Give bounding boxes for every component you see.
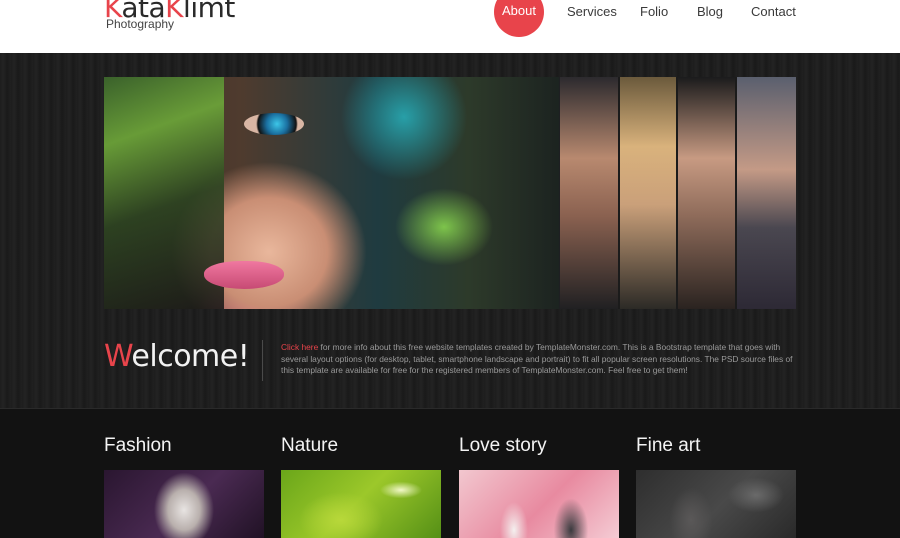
hero-eye-detail <box>244 113 304 135</box>
logo-subtitle: Photography <box>106 17 175 31</box>
hero-thumb-2[interactable] <box>620 77 678 309</box>
category-image-nature[interactable] <box>281 470 441 538</box>
welcome-divider <box>262 340 263 381</box>
category-title[interactable]: Love story <box>459 434 619 458</box>
site-header: KataKlimt Photography About Services Fol… <box>0 0 900 53</box>
hero-banner[interactable] <box>104 77 796 309</box>
logo[interactable]: KataKlimt Photography <box>104 0 235 31</box>
category-image-fashion[interactable] <box>104 470 264 538</box>
category-image-love-story[interactable] <box>459 470 619 538</box>
category-fine-art: Fine art <box>636 434 796 538</box>
category-love-story: Love story <box>459 434 619 538</box>
hero-lips-detail <box>204 261 284 289</box>
category-nature: Nature <box>281 434 441 538</box>
nav-item-services[interactable]: Services <box>567 4 617 19</box>
category-fashion: Fashion <box>104 434 264 538</box>
category-title[interactable]: Nature <box>281 434 441 458</box>
click-here-link[interactable]: Click here <box>281 342 318 352</box>
hero-thumb-3[interactable] <box>678 77 736 309</box>
category-image-fine-art[interactable] <box>636 470 796 538</box>
nav-item-folio[interactable]: Folio <box>640 4 668 19</box>
thumb-separator <box>735 77 737 309</box>
nav-item-contact[interactable]: Contact <box>751 4 796 19</box>
nav-item-blog[interactable]: Blog <box>697 4 723 19</box>
nav-item-about[interactable]: About <box>494 0 544 37</box>
hero-thumb-1[interactable] <box>560 77 618 309</box>
welcome-heading: Welcome! <box>104 339 250 374</box>
welcome-text: Click here for more info about this free… <box>281 342 793 376</box>
thumb-separator <box>676 77 678 309</box>
category-title[interactable]: Fashion <box>104 434 264 458</box>
hero-thumb-4[interactable] <box>737 77 796 309</box>
category-title[interactable]: Fine art <box>636 434 796 458</box>
thumb-separator <box>618 77 620 309</box>
